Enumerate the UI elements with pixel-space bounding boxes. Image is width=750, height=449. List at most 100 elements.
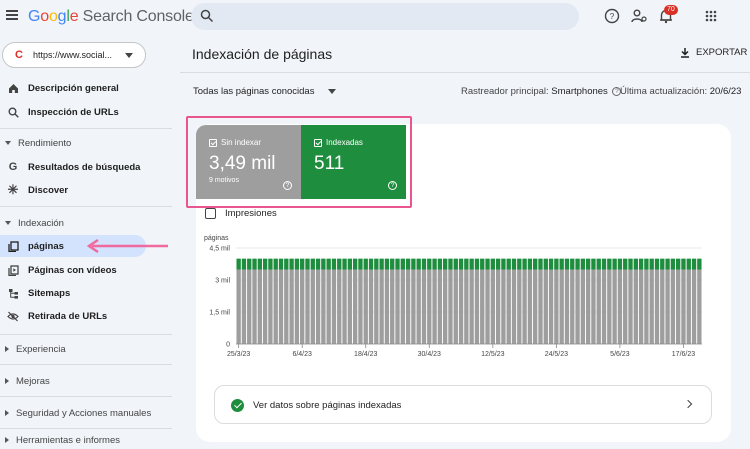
export-button[interactable]: EXPORTAR	[680, 47, 747, 58]
bar-not-indexed	[533, 269, 538, 344]
sidebar-item-overview[interactable]: Descripción general	[0, 77, 146, 99]
bar-not-indexed	[252, 269, 257, 344]
bar-not-indexed	[432, 269, 437, 344]
bar-indexed	[665, 258, 670, 270]
sidebar-item-discover[interactable]: ✳ Discover	[0, 179, 146, 201]
bar-indexed	[400, 258, 405, 270]
sidebar-divider	[0, 334, 172, 335]
google-g-icon: G	[8, 161, 18, 173]
bar-indexed	[495, 258, 501, 270]
impressions-toggle[interactable]: Impresiones	[205, 208, 277, 219]
bar-not-indexed	[464, 269, 469, 344]
bar-not-indexed	[665, 269, 670, 344]
apps-grid-icon[interactable]	[702, 7, 720, 25]
indexed-pages-link[interactable]: Ver datos sobre páginas indexadas	[214, 385, 712, 424]
y-tick-label: 1,5 mil	[209, 310, 230, 317]
sidebar-section-enhancements[interactable]: Mejoras	[0, 372, 172, 390]
property-selector[interactable]: C https://www.social...	[2, 42, 146, 68]
bar-indexed	[326, 258, 331, 270]
bar-indexed	[395, 258, 400, 270]
expand-arrow-icon	[5, 346, 9, 352]
bar-not-indexed	[236, 269, 241, 344]
bar-not-indexed	[310, 269, 315, 344]
user-settings-icon[interactable]	[630, 7, 648, 25]
bar-not-indexed	[564, 269, 570, 344]
sidebar-section-experience[interactable]: Experiencia	[0, 340, 172, 358]
bar-not-indexed	[337, 269, 342, 344]
bar-not-indexed	[628, 269, 633, 344]
bar-indexed	[623, 258, 628, 270]
bar-indexed	[506, 258, 511, 270]
sidebar-section-tools[interactable]: Herramientas e informes	[0, 431, 172, 449]
svg-text:?: ?	[610, 12, 615, 21]
help-icon[interactable]: ?	[603, 7, 621, 25]
bar-indexed	[411, 258, 416, 270]
search-bar[interactable]	[191, 3, 579, 30]
bar-indexed	[432, 258, 437, 270]
bar-indexed	[543, 258, 548, 270]
bar-indexed	[474, 258, 480, 270]
bar-indexed	[564, 258, 570, 270]
impressions-checkbox[interactable]	[205, 208, 216, 219]
bar-indexed	[337, 258, 342, 270]
sidebar-item-url-removal[interactable]: Retirada de URLs	[0, 305, 146, 327]
product-logo[interactable]: Google Search Console	[28, 8, 194, 26]
top-bar: Google Search Console ? 70	[0, 0, 750, 34]
google-wordmark: Google	[28, 8, 79, 25]
bar-not-indexed	[675, 269, 681, 344]
page-filter-dropdown[interactable]: Todas las páginas conocidas	[193, 86, 337, 97]
bar-not-indexed	[527, 269, 533, 344]
collapse-arrow-icon	[5, 221, 11, 225]
bar-indexed	[416, 258, 421, 270]
bar-indexed	[305, 258, 310, 270]
bar-not-indexed	[638, 269, 644, 344]
bar-indexed	[644, 258, 649, 270]
y-tick-label: 4,5 mil	[209, 246, 230, 253]
bar-indexed	[300, 258, 305, 270]
bar-not-indexed	[490, 269, 496, 344]
bar-indexed	[511, 258, 517, 270]
bar-not-indexed	[697, 269, 702, 344]
search-icon	[200, 9, 214, 23]
menu-icon[interactable]	[6, 10, 18, 20]
bar-indexed	[331, 258, 337, 270]
bar-not-indexed	[342, 269, 347, 344]
bar-not-indexed	[480, 269, 485, 344]
bar-not-indexed	[379, 269, 384, 344]
bar-indexed	[633, 258, 638, 270]
collapse-arrow-icon	[5, 141, 11, 145]
bar-indexed	[612, 258, 617, 270]
sidebar-section-indexing[interactable]: Indexación	[0, 214, 172, 232]
sidebar-section-security[interactable]: Seguridad y Acciones manuales	[0, 404, 172, 422]
bar-indexed	[617, 258, 623, 270]
bar-indexed	[390, 258, 395, 270]
sidebar-section-performance[interactable]: Rendimiento	[0, 134, 172, 152]
sidebar-item-sitemaps[interactable]: Sitemaps	[0, 282, 146, 304]
bar-not-indexed	[273, 269, 278, 344]
x-tick-label: 25/3/23	[227, 351, 250, 358]
bar-not-indexed	[347, 269, 353, 344]
bar-indexed	[591, 258, 596, 270]
search-icon	[7, 106, 19, 118]
bar-indexed	[321, 258, 326, 270]
tiles-highlight-box	[186, 116, 412, 208]
bar-not-indexed	[506, 269, 511, 344]
bar-indexed	[236, 258, 241, 270]
bar-indexed	[522, 258, 527, 270]
home-icon	[7, 82, 19, 94]
bar-not-indexed	[511, 269, 517, 344]
sidebar-item-url-inspection[interactable]: Inspección de URLs	[0, 101, 146, 123]
bar-indexed	[294, 258, 300, 270]
bar-not-indexed	[421, 269, 427, 344]
bar-indexed	[252, 258, 257, 270]
download-icon	[681, 48, 689, 58]
bar-not-indexed	[437, 269, 443, 344]
bar-indexed	[379, 258, 384, 270]
sidebar-item-video-pages[interactable]: Páginas con vídeos	[0, 259, 146, 281]
bar-indexed	[596, 258, 601, 270]
bar-indexed	[554, 258, 559, 270]
bar-not-indexed	[405, 269, 411, 344]
search-input[interactable]	[221, 7, 561, 26]
sidebar-item-search-results[interactable]: G Resultados de búsqueda	[0, 156, 146, 178]
bar-not-indexed	[559, 269, 564, 344]
